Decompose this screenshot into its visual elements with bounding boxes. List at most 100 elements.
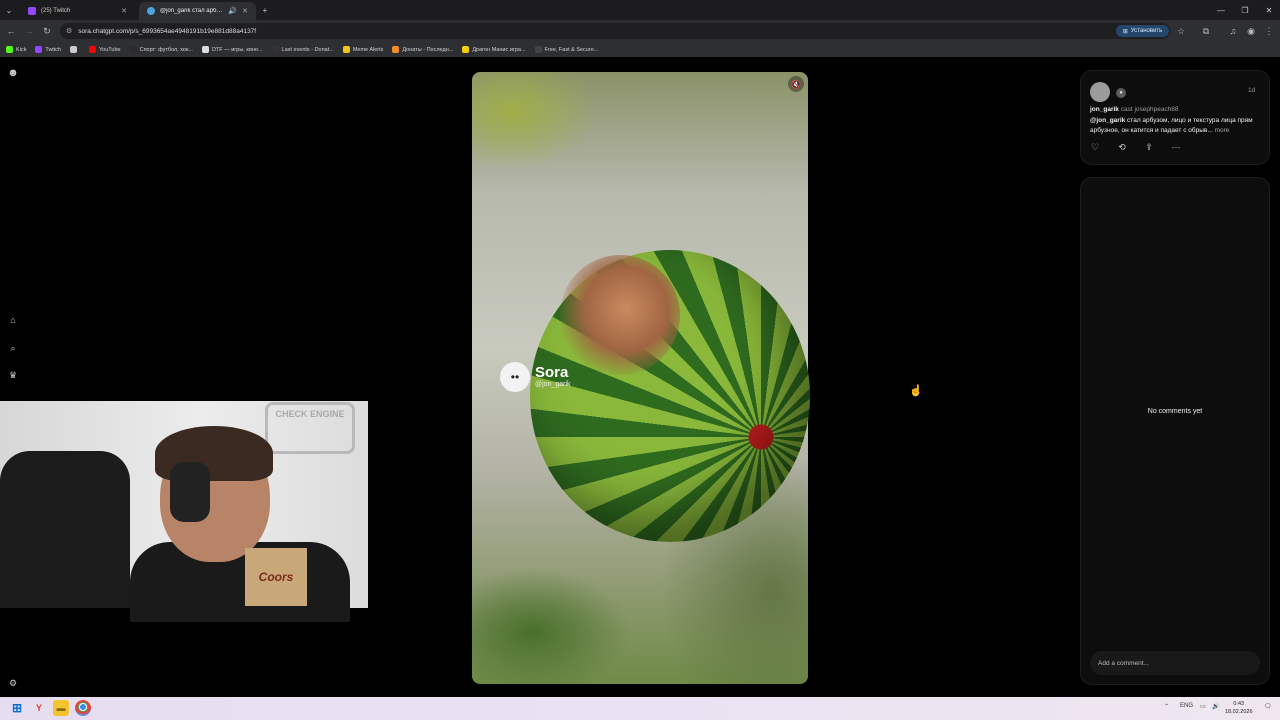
comments-panel <box>1080 177 1270 685</box>
bookmark-item[interactable]: Kick <box>6 46 26 53</box>
comment-input[interactable] <box>1090 651 1260 675</box>
tab-title: (25) Twitch <box>41 8 71 14</box>
heart-icon[interactable]: ♡ <box>1089 141 1101 153</box>
close-icon[interactable]: ✕ <box>242 7 248 15</box>
taskbar <box>0 697 1280 720</box>
trophy-icon[interactable]: ♛ <box>6 368 20 382</box>
sora-watermark-icon: •• <box>500 362 530 392</box>
close-icon[interactable]: ✕ <box>121 7 127 15</box>
bookmark-label: Драгон Манис игра... <box>472 46 526 53</box>
install-icon: ⊞ <box>1122 28 1128 35</box>
tab-title: @jon_garik стал арбузом, ... <box>160 8 223 14</box>
bookmark-label: Донаты - Последн... <box>402 46 454 53</box>
mute-toggle-icon[interactable]: 🔇 <box>788 76 804 92</box>
remix-icon[interactable]: ⟲ <box>1116 141 1128 153</box>
close-window-icon[interactable]: ✕ <box>1262 3 1276 17</box>
post-username[interactable]: jon_garik <box>1090 106 1119 113</box>
tab-search-icon[interactable]: ⌄ <box>2 3 16 17</box>
box-image: Coors <box>245 548 307 606</box>
bookmark-favicon-icon <box>201 46 209 53</box>
bookmark-star-icon[interactable]: ☆ <box>1174 24 1188 38</box>
url-text: sora.chatgpt.com/p/s_6993654ae4948191b19… <box>78 27 257 35</box>
bookmark-label: Last events - Donat... <box>281 46 334 53</box>
bookmark-label: Free, Fast & Secure... <box>544 46 599 53</box>
file-explorer-icon[interactable]: ▬ <box>53 700 69 716</box>
bookmark-label: Twitch <box>45 46 61 53</box>
bookmark-item[interactable]: Free, Fast & Secure... <box>534 46 599 53</box>
forward-icon[interactable]: → <box>22 24 36 38</box>
caption-mention[interactable]: @jon_garik <box>1090 117 1125 124</box>
profile-icon[interactable]: ◉ <box>1244 24 1258 38</box>
tray-overflow-icon[interactable]: ⌃ <box>1164 703 1169 710</box>
bookmark-item[interactable]: Last events - Donat... <box>271 46 334 53</box>
sora-watermark-handle: @jon_garik <box>535 381 571 388</box>
post-cast[interactable]: cast josephpeach88 <box>1121 106 1179 113</box>
chair-image <box>0 451 130 608</box>
notifications-icon[interactable]: 🗨 <box>1264 703 1272 710</box>
bookmark-favicon-icon <box>271 46 279 53</box>
bookmark-label: Kick <box>16 46 27 53</box>
tab-twitch[interactable]: (25) Twitch ✕ <box>20 2 135 20</box>
bookmark-label: Meme Alerts <box>352 46 384 53</box>
more-icon[interactable]: ⋯ <box>1170 141 1182 153</box>
bookmark-item[interactable] <box>69 46 80 53</box>
cast-user-icon[interactable]: ● <box>1116 88 1126 98</box>
chrome-icon[interactable] <box>75 700 91 716</box>
maximize-icon[interactable]: ❐ <box>1238 3 1252 17</box>
post-time: 1d <box>1248 87 1256 94</box>
no-comments-text: No comments yet <box>1147 408 1203 415</box>
speaker-icon[interactable]: 🔊 <box>228 7 237 15</box>
bookmark-item[interactable]: YouTube <box>88 46 121 53</box>
bookmark-item[interactable]: Драгон Манис игра... <box>462 46 526 53</box>
clock[interactable]: 0:43 18.02.2026 <box>1225 700 1253 716</box>
bookmark-label: Спорт: футбол, хок... <box>139 46 193 53</box>
address-bar[interactable]: ⚙ sora.chatgpt.com/p/s_6993654ae4948191b… <box>60 23 1170 39</box>
post-author-line: jon_garik cast josephpeach88 <box>1090 106 1179 113</box>
bookmark-item[interactable]: Спорт: футбол, хок... <box>129 46 193 53</box>
windows-start-icon[interactable]: ⊞ <box>9 700 25 716</box>
language-indicator[interactable]: ENG <box>1180 703 1193 709</box>
new-tab-button[interactable]: + <box>258 3 272 17</box>
settings-icon[interactable]: ⚙ <box>6 676 20 690</box>
search-icon[interactable]: ⌕ <box>6 341 20 355</box>
extensions-icon[interactable]: ⧉ <box>1199 24 1213 38</box>
reload-icon[interactable]: ↻ <box>40 24 54 38</box>
bookmark-favicon-icon <box>342 46 350 53</box>
site-info-icon[interactable]: ⚙ <box>66 27 72 35</box>
avatar[interactable] <box>1090 82 1110 102</box>
clock-date: 18.02.2026 <box>1225 709 1253 715</box>
sora-favicon-icon <box>147 7 155 15</box>
bookmark-favicon-icon <box>6 46 13 53</box>
twitch-favicon-icon <box>28 7 36 15</box>
bookmark-favicon-icon <box>35 46 43 53</box>
sora-logo-icon[interactable]: ☻ <box>6 66 20 80</box>
media-control-icon[interactable]: ♫ <box>1226 24 1240 38</box>
bookmark-item[interactable]: Meme Alerts <box>342 46 384 53</box>
install-label: Установить <box>1130 28 1163 34</box>
more-link[interactable]: more <box>1215 127 1230 134</box>
share-icon[interactable]: ⇪ <box>1143 141 1155 153</box>
hand-cursor-icon: ☝ <box>909 385 923 397</box>
bookmark-favicon-icon <box>69 46 77 53</box>
menu-icon[interactable]: ⋮ <box>1262 24 1276 38</box>
install-app-button[interactable]: ⊞ Установить <box>1116 25 1169 37</box>
clock-time: 0:43 <box>1233 701 1245 707</box>
bookmark-label: DTF — игры, кино... <box>211 46 263 53</box>
bookmark-favicon-icon <box>88 46 96 53</box>
sora-watermark-name: Sora <box>535 364 569 381</box>
volume-icon[interactable]: 🔊 <box>1212 703 1219 710</box>
bookmark-favicon-icon <box>462 46 470 53</box>
bookmark-favicon-icon <box>129 46 137 53</box>
face-image <box>560 255 680 375</box>
bookmark-item[interactable]: Донаты - Последн... <box>392 46 453 53</box>
bookmark-favicon-icon <box>392 46 400 53</box>
yandex-browser-icon[interactable]: Y <box>31 700 47 716</box>
home-icon[interactable]: ⌂ <box>6 313 20 327</box>
back-icon[interactable]: ← <box>4 24 18 38</box>
tab-sora[interactable]: @jon_garik стал арбузом, ... 🔊 ✕ <box>139 2 256 20</box>
bookmark-item[interactable]: Twitch <box>35 46 61 53</box>
network-icon[interactable]: ▭ <box>1200 703 1206 710</box>
bookmark-item[interactable]: DTF — игры, кино... <box>201 46 263 53</box>
bookmark-favicon-icon <box>534 46 542 53</box>
minimize-icon[interactable]: — <box>1214 3 1228 17</box>
